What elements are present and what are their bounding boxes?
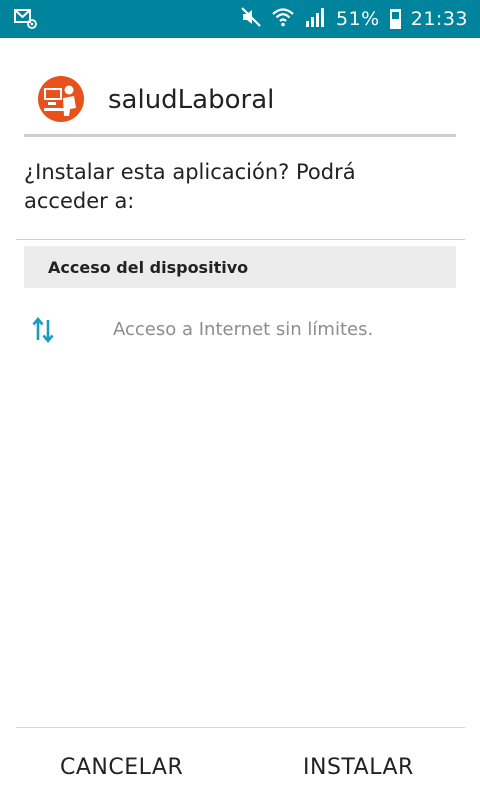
permission-item: Acceso a Internet sin límites. (24, 310, 456, 350)
permission-section-header: Acceso del dispositivo (24, 246, 456, 288)
section-title: Acceso del dispositivo (48, 258, 249, 277)
app-logo-icon (38, 76, 84, 122)
signal-icon (304, 6, 326, 32)
app-name: saludLaboral (108, 85, 275, 115)
install-prompt: ¿Instalar esta aplicación? Podrá acceder… (24, 160, 356, 213)
battery-icon (389, 9, 401, 29)
install-button[interactable]: INSTALAR (303, 745, 414, 789)
battery-percent: 51% (336, 8, 380, 30)
clock: 21:33 (410, 8, 468, 30)
cancel-button[interactable]: CANCELAR (60, 745, 183, 789)
app-header: saludLaboral (0, 38, 480, 138)
header-divider (24, 134, 456, 137)
email-notification-icon (14, 8, 38, 30)
content-divider (16, 239, 465, 240)
status-bar: 51% 21:33 (0, 0, 480, 38)
mute-icon (240, 6, 262, 32)
permission-label: Acceso a Internet sin límites. (113, 319, 374, 340)
wifi-icon (272, 6, 294, 32)
data-transfer-icon (32, 316, 54, 344)
actions-divider (16, 727, 465, 728)
